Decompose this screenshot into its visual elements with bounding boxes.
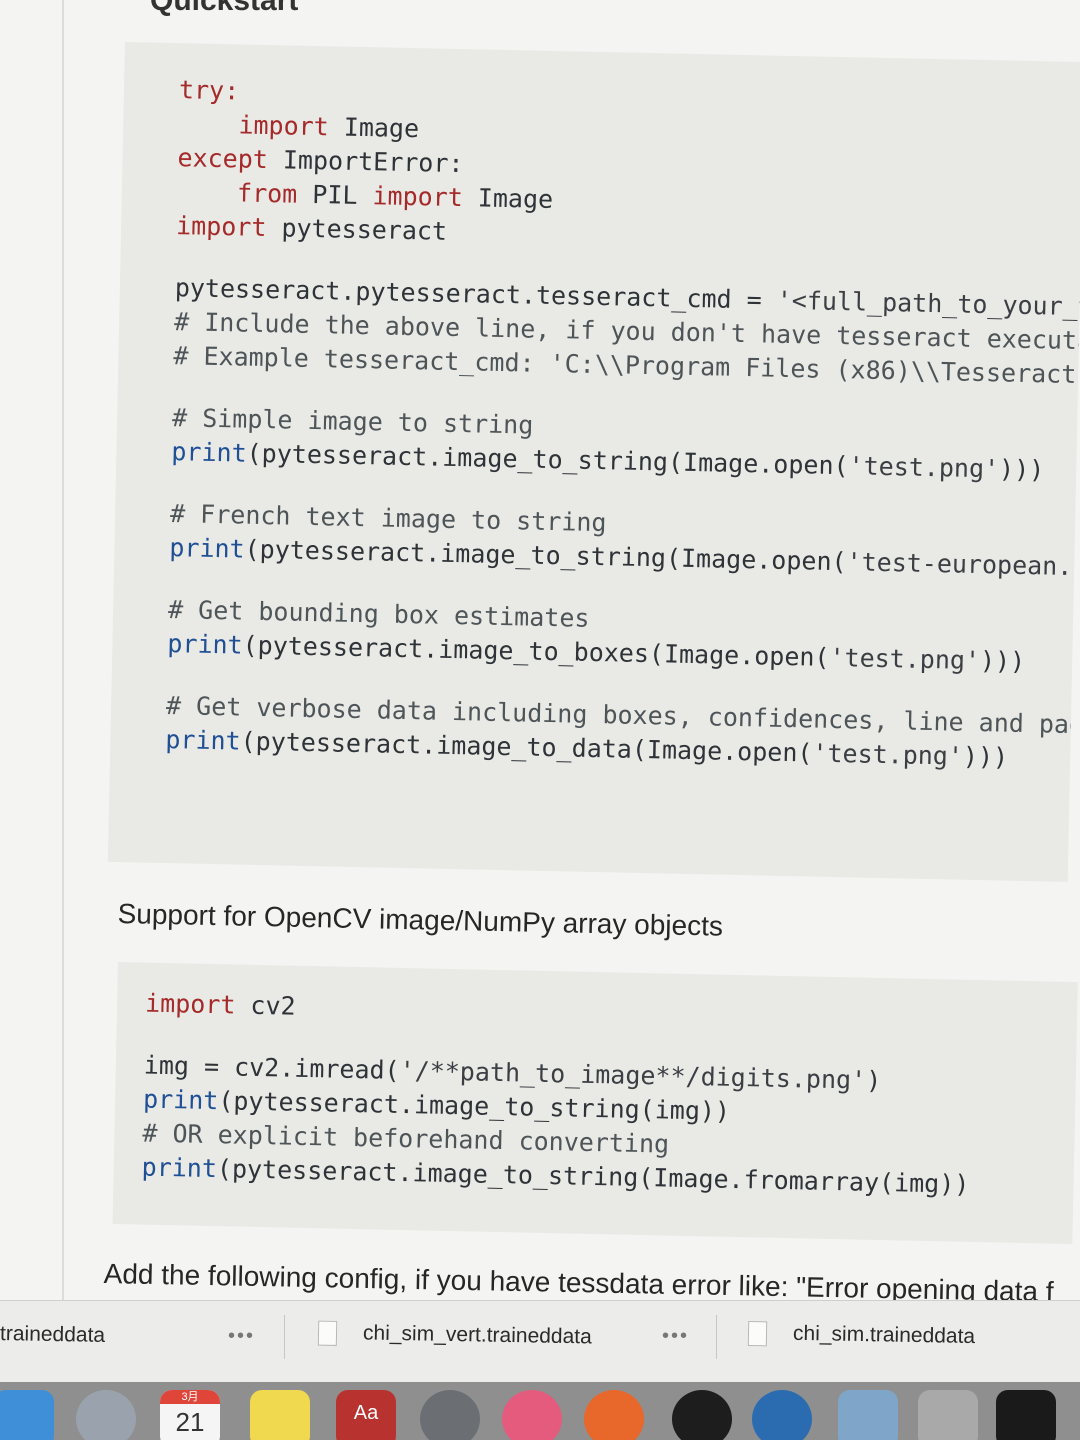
code-token: '<full_path_to_your_t	[776, 285, 1080, 322]
tessdata-config-text: Add the following config, if you have te…	[103, 1258, 1054, 1300]
code-token: print	[169, 533, 245, 564]
code-token: )	[865, 1065, 882, 1096]
code-block-quickstart: try: import Image except ImportError: fro…	[107, 42, 1080, 882]
code-token: print	[171, 437, 247, 468]
code-token: cv2	[235, 990, 296, 1021]
dock: 3月 21 Aa	[0, 1382, 1080, 1440]
launchpad-icon[interactable]	[76, 1390, 136, 1440]
itunes-icon[interactable]	[502, 1390, 562, 1440]
code-token: 'test.png'	[812, 738, 964, 771]
code-token: pytesseract	[266, 213, 448, 246]
code-token: # Get bounding box estimates	[167, 595, 590, 633]
code-token: import	[177, 109, 330, 142]
download-item[interactable]: traineddata	[0, 1322, 105, 1348]
content-divider	[62, 0, 64, 1300]
code-token: img = cv2.imread(	[143, 1050, 400, 1085]
divider	[284, 1315, 285, 1359]
code-token: Image	[462, 183, 554, 214]
code-token: print	[167, 629, 243, 660]
document-page: Quickstart try: import Image except Impor…	[0, 0, 1080, 1300]
code-token: print	[142, 1084, 219, 1116]
code-block-opencv: import cv2 img = cv2.imread('/**path_to_i…	[112, 962, 1078, 1245]
code-lines: import cv2 img = cv2.imread('/**path_to_i…	[113, 962, 1077, 1204]
more-icon[interactable]: •••	[662, 1325, 689, 1348]
section-title: Quickstart	[150, 0, 299, 17]
finder-icon[interactable]	[0, 1390, 54, 1440]
dictionary-label: Aa	[353, 1402, 379, 1424]
xcode-icon[interactable]	[838, 1390, 898, 1440]
file-icon	[317, 1320, 338, 1346]
more-icon[interactable]: •••	[228, 1325, 255, 1348]
download-item[interactable]: chi_sim_vert.traineddata	[317, 1320, 592, 1351]
dictionary-icon[interactable]: Aa	[336, 1390, 396, 1440]
qq-icon[interactable]	[672, 1390, 732, 1440]
firefox-icon[interactable]	[584, 1390, 644, 1440]
download-item-label: chi_sim_vert.traineddata	[362, 1321, 592, 1349]
code-token: print	[141, 1152, 218, 1184]
divider	[716, 1315, 717, 1359]
code-token: print	[165, 725, 241, 756]
code-token: 'test.png'	[829, 642, 981, 676]
calendar-month: 3月	[160, 1390, 220, 1404]
code-token: import	[175, 211, 267, 242]
calendar-icon[interactable]: 3月 21	[160, 1390, 220, 1440]
downloads-bar: traineddata ••• chi_sim_vert.traineddata…	[0, 1300, 1080, 1383]
code-token: # Simple image to string	[171, 403, 534, 440]
code-token: import	[372, 181, 464, 213]
code-token: except	[177, 143, 269, 175]
file-icon	[747, 1321, 768, 1347]
code-token: )))	[998, 454, 1045, 485]
preview-icon[interactable]	[918, 1390, 978, 1440]
sourcetree-icon[interactable]	[752, 1390, 812, 1440]
download-item-label: chi_sim.traineddata	[792, 1321, 976, 1349]
calendar-day: 21	[175, 1407, 205, 1437]
code-token: 'test.png'	[848, 451, 1000, 484]
code-token: try:	[178, 75, 240, 106]
terminal-icon[interactable]	[996, 1390, 1056, 1440]
download-item[interactable]: chi_sim.traineddata	[747, 1321, 976, 1350]
code-token: Image	[328, 112, 420, 144]
code-token: from	[176, 177, 298, 209]
code-token: import	[144, 988, 236, 1020]
opencv-support-text: Support for OpenCV image/NumPy array obj…	[117, 898, 724, 942]
code-token: 'test-european.jpg	[846, 547, 1080, 582]
code-token: PIL	[296, 179, 373, 211]
download-item-label: traineddata	[0, 1322, 106, 1347]
code-token: ImportError:	[267, 145, 464, 179]
code-token: )))	[979, 646, 1026, 676]
code-lines: try: import Image except ImportError: fro…	[110, 42, 1080, 776]
notes-icon[interactable]	[250, 1390, 310, 1440]
code-token: )))	[962, 741, 1009, 772]
system-preferences-icon[interactable]	[420, 1390, 480, 1440]
